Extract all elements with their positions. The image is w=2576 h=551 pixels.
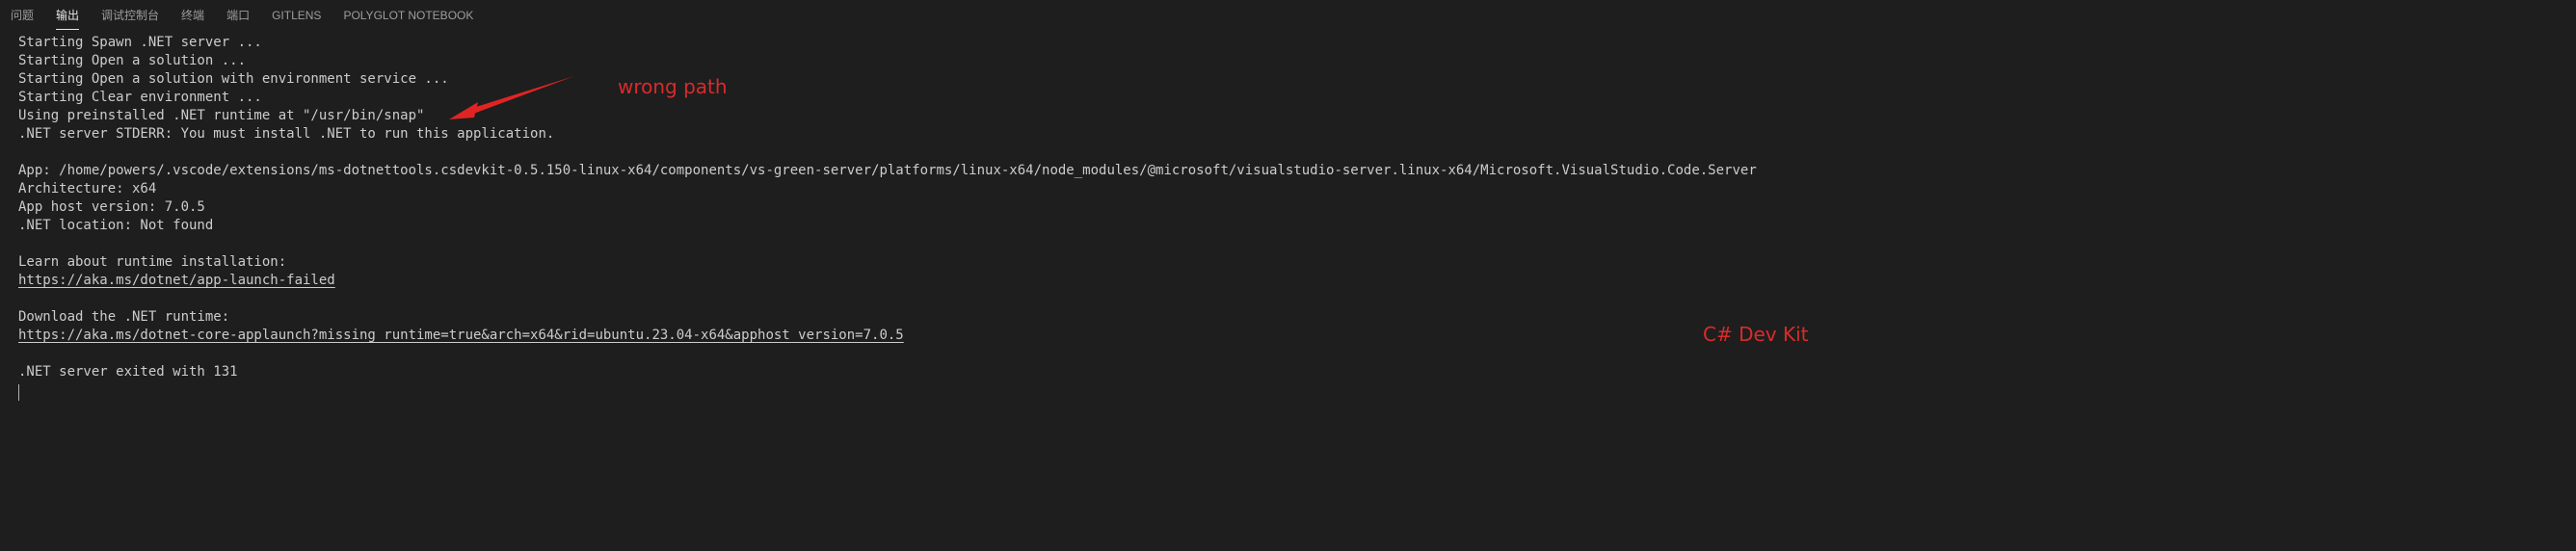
red-arrow-annotation (449, 76, 574, 119)
tab-gitlens[interactable]: GITLENS (272, 0, 321, 32)
output-log[interactable]: Starting Spawn .NET server ... Starting … (18, 34, 2543, 381)
log-line-link: https://aka.ms/dotnet-core-applaunch?mis… (18, 327, 2543, 345)
log-line: Using preinstalled .NET runtime at "/usr… (18, 108, 425, 123)
log-line: App host version: 7.0.5 (18, 199, 205, 215)
tab-ports[interactable]: 端口 (226, 0, 250, 32)
panel-tab-bar: 问题 输出 调试控制台 终端 端口 GITLENS POLYGLOT NOTEB… (0, 0, 2576, 32)
tab-problems[interactable]: 问题 (11, 0, 34, 32)
log-line: .NET location: Not found (18, 218, 214, 233)
tab-polyglot-notebook[interactable]: POLYGLOT NOTEBOOK (343, 0, 473, 32)
log-line: Architecture: x64 (18, 181, 157, 197)
log-line: App: /home/powers/.vscode/extensions/ms-… (18, 163, 1757, 178)
log-line: .NET server exited with 131 (18, 364, 238, 380)
log-line: Starting Open a solution ... (18, 53, 247, 68)
tab-output[interactable]: 输出 (56, 0, 80, 32)
tab-terminal[interactable]: 终端 (181, 0, 204, 32)
runtime-installation-link[interactable]: https://aka.ms/dotnet/app-launch-failed (18, 273, 335, 288)
log-line: Starting Spawn .NET server ... (18, 35, 262, 50)
runtime-download-link[interactable]: https://aka.ms/dotnet-core-applaunch?mis… (18, 328, 904, 343)
log-line-link: https://aka.ms/dotnet/app-launch-failed (18, 272, 2543, 290)
log-line: Starting Open a solution with environmen… (18, 71, 449, 87)
dev-kit-annotation: C# Dev Kit (1703, 323, 1809, 346)
tab-debug-console[interactable]: 调试控制台 (101, 0, 159, 32)
log-line: .NET server STDERR: You must install .NE… (18, 126, 555, 142)
text-cursor (18, 384, 19, 401)
log-line: Download the .NET runtime: (18, 309, 230, 325)
wrong-path-annotation: wrong path (618, 75, 728, 98)
log-line: Learn about runtime installation: (18, 254, 287, 270)
log-line: Starting Clear environment ... (18, 90, 262, 105)
output-panel: 问题 输出 调试控制台 终端 端口 GITLENS POLYGLOT NOTEB… (0, 0, 2576, 551)
